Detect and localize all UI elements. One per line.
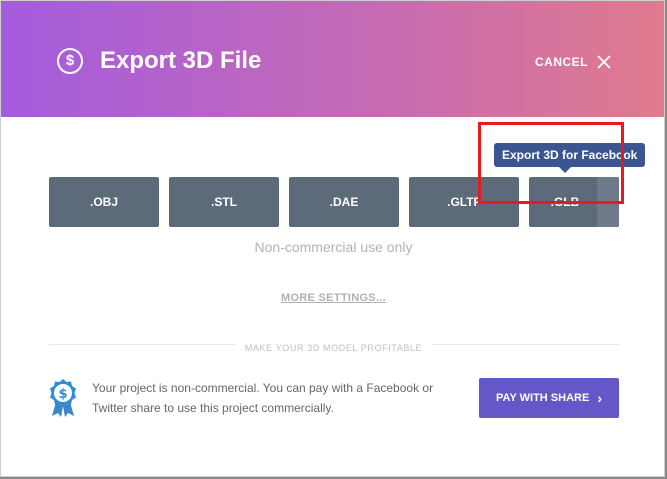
format-label: .GLTF: [447, 195, 481, 209]
divider-label-row: MAKE YOUR 3D MODEL PROFITABLE: [1, 338, 664, 356]
format-label: .STL: [211, 195, 237, 209]
cancel-button[interactable]: CANCEL: [535, 51, 612, 73]
highlight-box: [478, 122, 624, 204]
dialog-title: Export 3D File: [100, 47, 262, 74]
cancel-label: CANCEL: [535, 55, 588, 69]
more-settings-row: MORE SETTINGS...: [1, 288, 664, 306]
pay-button-label: PAY WITH SHARE: [496, 392, 590, 404]
export-stl-button[interactable]: .STL: [169, 177, 279, 227]
dialog-header: $ Export 3D File CANCEL: [1, 1, 664, 117]
format-label: .OBJ: [89, 195, 118, 209]
export-obj-button[interactable]: .OBJ: [49, 177, 159, 227]
chevron-right-icon: ›: [597, 390, 602, 406]
promo-text: Your project is non-commercial. You can …: [92, 381, 434, 415]
license-note: Non-commercial use only: [254, 239, 413, 255]
export-dialog: $ Export 3D File CANCEL .OBJ .STL .DAE .…: [0, 0, 665, 477]
divider-label: MAKE YOUR 3D MODEL PROFITABLE: [234, 343, 433, 353]
svg-text:$: $: [58, 387, 67, 402]
format-label: .DAE: [329, 195, 359, 209]
more-settings-link[interactable]: MORE SETTINGS...: [281, 292, 386, 304]
pay-with-share-button[interactable]: PAY WITH SHARE ›: [479, 378, 619, 418]
dollar-circle-icon: $: [57, 48, 83, 74]
dollar-badge-icon: $: [50, 379, 76, 417]
export-dae-button[interactable]: .DAE: [289, 177, 399, 227]
close-icon: [597, 55, 611, 69]
